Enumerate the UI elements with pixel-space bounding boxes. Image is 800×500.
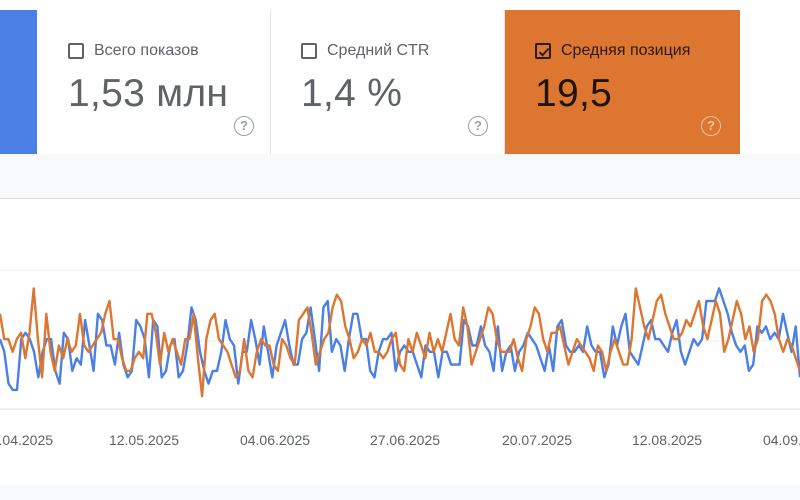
position-label: Средняя позиция <box>561 42 691 59</box>
x-tick-label: 04.06.2025 <box>240 432 310 448</box>
metric-card-clicks[interactable] <box>0 10 37 154</box>
impressions-value: 1,53 млн <box>68 72 229 115</box>
checkbox-ctr[interactable] <box>301 43 317 59</box>
help-icon[interactable]: ? <box>234 116 254 136</box>
checkbox-position[interactable] <box>535 43 551 59</box>
metric-card-position[interactable]: Средняя позиция 19,5 ? <box>505 10 740 154</box>
x-tick-label: 19.04.2025 <box>0 432 53 448</box>
x-tick-label: 20.07.2025 <box>502 432 572 448</box>
position-value: 19,5 <box>535 72 613 115</box>
card-header: Средний CTR <box>301 42 429 60</box>
series-layer <box>0 287 800 398</box>
checkbox-impressions[interactable] <box>68 43 84 59</box>
x-tick-label: 12.05.2025 <box>109 432 179 448</box>
help-icon[interactable]: ? <box>468 116 488 136</box>
x-tick-label: 12.08.2025 <box>632 432 702 448</box>
help-icon[interactable]: ? <box>701 116 721 136</box>
ctr-value: 1,4 % <box>301 72 403 115</box>
performance-chart: 19.04.2025 12.05.2025 04.06.2025 27.06.2025… <box>0 269 800 448</box>
x-tick-layer: 19.04.2025 12.05.2025 04.06.2025 27.06.2025… <box>0 432 800 448</box>
ctr-label: Средний CTR <box>327 42 430 59</box>
clicks-series-line <box>0 287 800 392</box>
x-tick-label: 27.06.2025 <box>370 432 440 448</box>
checkmark-icon <box>538 47 550 57</box>
impressions-label: Всего показов <box>94 42 199 59</box>
card-header: Всего показов <box>68 42 199 60</box>
metric-card-impressions[interactable]: Всего показов 1,53 млн ? <box>38 10 271 154</box>
x-tick-label: 04.09.2025 <box>763 432 800 448</box>
metric-card-ctr[interactable]: Средний CTR 1,4 % ? <box>271 10 505 154</box>
card-header: Средняя позиция <box>535 42 690 60</box>
